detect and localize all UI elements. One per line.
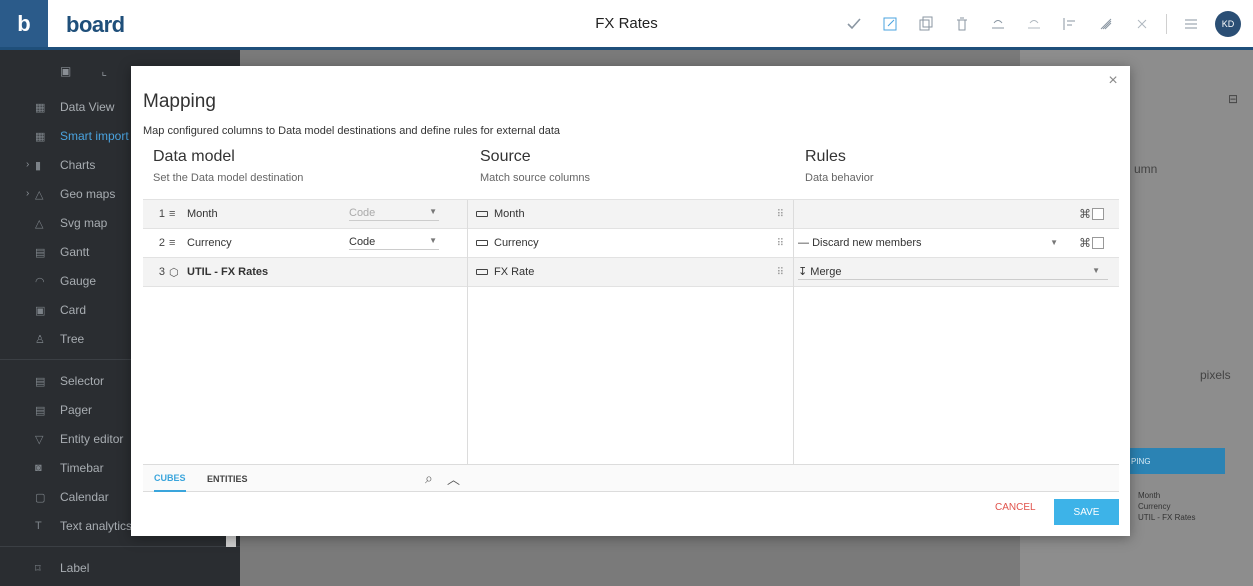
chevron-down-icon: ▼ <box>1092 265 1100 275</box>
dialog-subtitle: Map configured columns to Data model des… <box>143 125 561 137</box>
filter-icon: ▽ <box>35 433 44 446</box>
entity-icon: ≡ <box>169 208 176 220</box>
rule-checkbox[interactable] <box>1092 237 1104 249</box>
panel-icon[interactable]: ⊟ <box>1228 92 1238 106</box>
expand-icon: › <box>26 188 30 199</box>
panel-mapping-list: Month Currency UTIL - FX Rates <box>1138 490 1196 523</box>
drag-handle-icon[interactable]: ⠿ <box>777 238 784 249</box>
entity-icon: ≡ <box>169 237 176 249</box>
data-model-column: 1 ≡ Month Code ▼ 2 ≡ Currency Code ▼ 3 ⬡ U… <box>143 200 468 465</box>
check-icon[interactable] <box>842 12 866 36</box>
card-icon: ▣ <box>35 304 46 317</box>
chevron-down-icon: ▼ <box>1050 238 1058 247</box>
tree-icon: ♙ <box>35 333 45 346</box>
toolbar: KD <box>842 10 1241 38</box>
table-row[interactable]: 2 ≡ Currency Code ▼ <box>143 229 467 258</box>
close-icon[interactable] <box>1130 12 1154 36</box>
mapping-dialog: × Mapping Map configured columns to Data… <box>131 66 1130 536</box>
list-item: UTIL - FX Rates <box>1138 513 1196 522</box>
table-row[interactable]: Month ⠿ <box>468 200 793 229</box>
pager-icon: ▤ <box>35 404 46 417</box>
rule-settings-icon[interactable]: ⌘ <box>1079 236 1091 250</box>
resize-icon[interactable] <box>878 12 902 36</box>
source-header: Source Match source columns <box>480 148 591 184</box>
undo-icon[interactable] <box>986 12 1010 36</box>
grid-icon: ▦ <box>35 101 46 114</box>
table-row[interactable]: — Discard new members ▼ ⌘ <box>794 229 1119 258</box>
logo-mark: b <box>0 0 48 47</box>
rules-column: ⌘ — Discard new members ▼ ⌘ ↧ Merge ▼ <box>794 200 1119 465</box>
expand-icon: › <box>26 159 30 170</box>
copy-icon[interactable] <box>914 12 938 36</box>
mapping-grid: 1 ≡ Month Code ▼ 2 ≡ Currency Code ▼ 3 ⬡ U… <box>143 199 1119 465</box>
panel-partial-label: umn <box>1134 162 1158 176</box>
tab-cubes[interactable]: CUBES <box>154 465 186 492</box>
import-icon: ▦ <box>35 130 46 143</box>
trash-icon[interactable] <box>950 12 974 36</box>
close-icon[interactable]: × <box>1106 73 1120 89</box>
map-icon: △ <box>35 188 44 201</box>
toolbar-divider <box>1166 14 1167 34</box>
bar-chart-icon: ▮ <box>35 159 42 172</box>
list-item: Currency <box>1138 502 1171 511</box>
table-row[interactable]: ↧ Merge ▼ <box>794 258 1119 287</box>
data-model-header: Data model Set the Data model destinatio… <box>153 148 304 184</box>
drag-handle-icon[interactable]: ⠿ <box>777 267 784 278</box>
logo-wordmark: board <box>66 12 125 37</box>
chevron-down-icon: ▼ <box>429 236 437 245</box>
menu-icon[interactable] <box>1179 12 1203 36</box>
sidebar-item-label[interactable]: ⌑ Label <box>0 553 240 582</box>
source-column: Month ⠿ Currency ⠿ FX Rate ⠿ <box>468 200 794 465</box>
gauge-icon: ◠ <box>35 275 45 288</box>
chart-tab-icon[interactable]: ⌞ <box>101 64 107 78</box>
align-icon[interactable] <box>1058 12 1082 36</box>
save-button[interactable]: SAVE <box>1054 499 1119 525</box>
table-row[interactable]: ⌘ <box>794 200 1119 229</box>
avatar[interactable]: KD <box>1215 11 1241 37</box>
top-bar: b board FX Rates KD <box>0 0 1253 50</box>
code-select[interactable]: Code ▼ <box>349 236 439 250</box>
sidebar-divider <box>0 546 240 547</box>
table-row[interactable]: 3 ⬡ UTIL - FX Rates <box>143 258 467 287</box>
calendar-icon: ▢ <box>35 491 46 504</box>
bottom-bar: CUBES ENTITIES ⌕ ︿ <box>143 464 1119 492</box>
rule-checkbox[interactable] <box>1092 208 1104 220</box>
label-icon: ⌑ <box>35 562 41 575</box>
dialog-title: Mapping <box>143 91 216 112</box>
list-item: Month <box>1138 491 1161 500</box>
cancel-button[interactable]: CANCEL <box>995 502 1036 513</box>
chevron-up-icon[interactable]: ︿ <box>447 469 460 488</box>
selector-icon: ▤ <box>35 375 46 388</box>
gantt-icon: ▤ <box>35 246 46 259</box>
panel-unit-label: pixels <box>1200 368 1231 382</box>
rule-select[interactable]: — Discard new members ▼ <box>798 237 1058 249</box>
mapping-button[interactable]: PING <box>1125 448 1225 474</box>
table-row[interactable]: FX Rate ⠿ <box>468 258 793 287</box>
table-row[interactable]: Currency ⠿ <box>468 229 793 258</box>
source-column-icon <box>476 269 488 275</box>
svg-map-icon: △ <box>35 217 44 230</box>
tab-entities[interactable]: ENTITIES <box>207 465 248 492</box>
source-column-icon <box>476 211 488 217</box>
brush-icon[interactable] <box>1094 12 1118 36</box>
drag-handle-icon[interactable]: ⠿ <box>777 209 784 220</box>
layout-tab-icon[interactable]: ▣ <box>60 64 71 78</box>
table-row[interactable]: 1 ≡ Month Code ▼ <box>143 200 467 229</box>
code-select[interactable]: Code ▼ <box>349 207 439 221</box>
merge-select[interactable]: ↧ Merge ▼ <box>798 265 1108 280</box>
redo-icon[interactable] <box>1022 12 1046 36</box>
rule-settings-icon[interactable]: ⌘ <box>1079 207 1091 221</box>
timebar-icon: ◙ <box>35 461 42 474</box>
rules-header: Rules Data behavior <box>805 148 874 184</box>
search-icon[interactable]: ⌕ <box>425 470 433 487</box>
chevron-down-icon: ▼ <box>429 207 437 216</box>
source-column-icon <box>476 240 488 246</box>
text-analytics-icon: T <box>35 519 42 532</box>
cube-icon: ⬡ <box>169 266 179 279</box>
